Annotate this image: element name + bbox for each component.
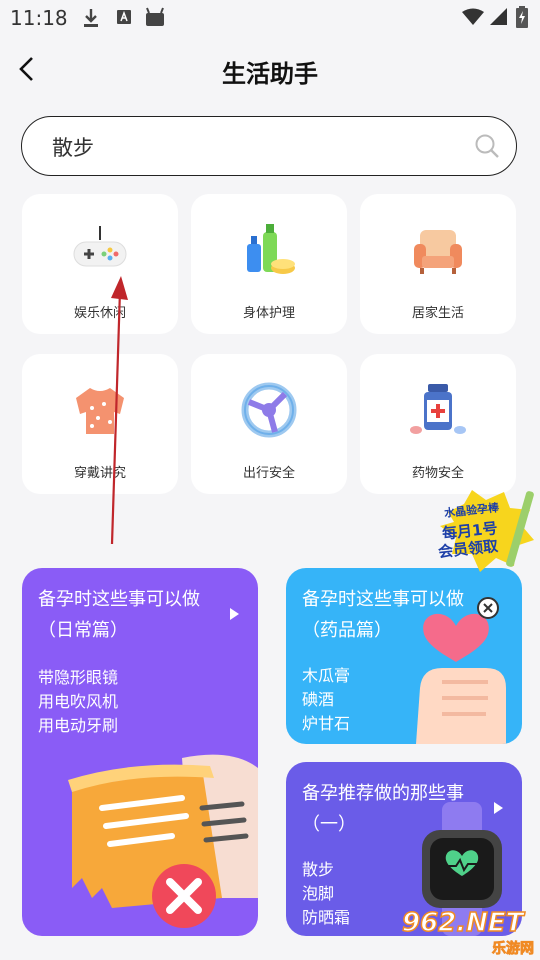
banner-items: 木瓜膏 碘酒 炉甘石 bbox=[302, 664, 350, 736]
close-icon[interactable] bbox=[476, 596, 500, 620]
banner-items: 带隐形眼镜 用电吹风机 用电动牙刷 bbox=[38, 666, 118, 738]
watermark-sub: 乐游网 bbox=[492, 941, 535, 958]
banner-items: 散步 泡脚 防晒霜 bbox=[302, 858, 350, 930]
banner-title: 备孕时这些事可以做（日常篇） bbox=[38, 589, 200, 641]
watermark-logo: 962.NET 乐游网 bbox=[398, 907, 536, 958]
arrow-right-icon bbox=[230, 608, 239, 620]
banner-item: 泡脚 bbox=[302, 884, 335, 903]
receipt-cancel-illustration bbox=[68, 754, 258, 928]
banner-daily[interactable]: 备孕时这些事可以做（日常篇） 带隐形眼镜 用电吹风机 用电动牙刷 bbox=[22, 568, 258, 936]
banner-item: 防晒霜 bbox=[302, 908, 351, 927]
hand-heart-illustration bbox=[416, 613, 506, 744]
promo-badge[interactable]: 水晶验孕棒 每月1号 会员领取 bbox=[434, 482, 540, 619]
banner-medicine[interactable]: 备孕时这些事可以做（药品篇） 木瓜膏 碘酒 炉甘石 bbox=[286, 568, 522, 744]
banner-item: 带隐形眼镜 bbox=[38, 668, 119, 687]
banner-item: 散步 bbox=[302, 860, 335, 879]
banner-item: 木瓜膏 bbox=[302, 666, 351, 685]
banner-item: 碘酒 bbox=[302, 690, 335, 709]
watermark-brand: 962.NET bbox=[401, 907, 524, 939]
banner-item: 炉甘石 bbox=[302, 714, 351, 733]
banner-item: 用电动牙刷 bbox=[38, 716, 119, 735]
banner-item: 用电吹风机 bbox=[38, 692, 119, 711]
